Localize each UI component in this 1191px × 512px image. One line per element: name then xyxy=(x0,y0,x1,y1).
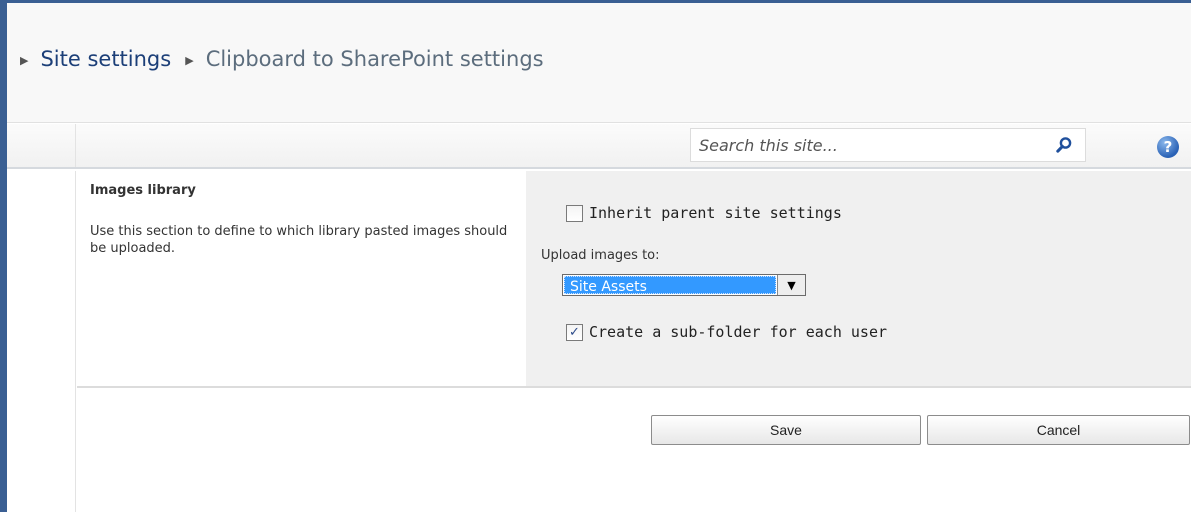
inherit-settings-checkbox[interactable]: ✓ xyxy=(566,204,583,222)
search-button[interactable] xyxy=(1044,129,1084,161)
search-input[interactable] xyxy=(699,130,1047,160)
check-mark-icon: ✓ xyxy=(569,324,580,340)
inherit-settings-row: ✓ Inherit parent site settings xyxy=(566,204,842,222)
page-title-area: ▶ Site settings ▶ Clipboard to SharePoin… xyxy=(7,3,1191,123)
search-box xyxy=(690,128,1086,162)
subfolder-label: Create a sub-folder for each user xyxy=(589,323,888,341)
window-frame-left xyxy=(0,0,7,512)
cancel-button[interactable]: Cancel xyxy=(927,415,1190,445)
page-title: Clipboard to SharePoint settings xyxy=(205,47,544,71)
section-divider xyxy=(77,386,1191,388)
upload-library-select[interactable]: Site Assets ▼ xyxy=(562,274,806,296)
subfolder-checkbox[interactable]: ✓ xyxy=(566,323,583,341)
triangle-down-icon[interactable]: ▼ xyxy=(777,275,805,295)
top-toolbar: ? xyxy=(7,124,1191,169)
settings-content: Images library Use this section to defin… xyxy=(7,171,1191,512)
breadcrumb-site-settings-link[interactable]: Site settings xyxy=(40,47,171,71)
subfolder-row: ✓ Create a sub-folder for each user xyxy=(566,323,887,341)
breadcrumb-arrow-icon: ▶ xyxy=(185,53,194,67)
section-description: Use this section to define to which libr… xyxy=(90,224,508,256)
toolbar-left-cell xyxy=(7,124,76,167)
left-navigation-gutter xyxy=(7,171,76,512)
upload-images-label: Upload images to: xyxy=(541,248,660,263)
save-button[interactable]: Save xyxy=(651,415,921,445)
help-icon[interactable]: ? xyxy=(1157,136,1179,158)
images-library-section-controls: ✓ Inherit parent site settings Upload im… xyxy=(526,171,1191,386)
breadcrumb-arrow-icon: ▶ xyxy=(20,53,29,67)
inherit-settings-label: Inherit parent site settings xyxy=(589,204,842,222)
images-library-section-description: Images library Use this section to defin… xyxy=(77,171,526,386)
magnifier-icon xyxy=(1056,137,1072,153)
section-title: Images library xyxy=(90,183,196,198)
breadcrumb: ▶ Site settings ▶ Clipboard to SharePoin… xyxy=(20,47,544,71)
upload-library-selected-value: Site Assets xyxy=(564,276,776,295)
